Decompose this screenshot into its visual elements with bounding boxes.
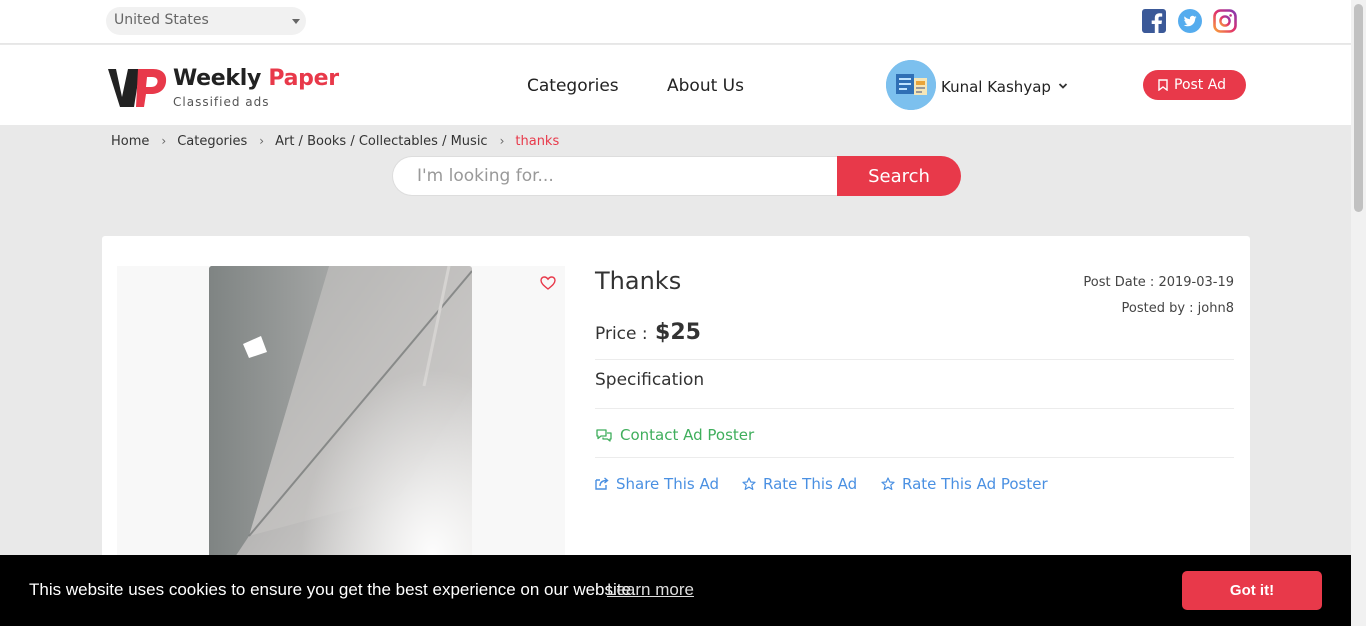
- chevron-right-icon: ›: [161, 134, 167, 148]
- search-button[interactable]: Search: [837, 156, 961, 196]
- ad-price: Price : $25: [595, 320, 701, 345]
- twitter-icon[interactable]: [1178, 9, 1202, 33]
- breadcrumb-categories[interactable]: Categories: [177, 134, 247, 149]
- post-ad-label: Post Ad: [1174, 77, 1226, 93]
- breadcrumb-category[interactable]: Art / Books / Collectables / Music: [275, 134, 487, 149]
- comments-icon: [596, 429, 612, 442]
- nav-categories[interactable]: Categories: [527, 76, 619, 96]
- divider: [595, 359, 1234, 360]
- avatar[interactable]: [886, 60, 936, 110]
- price-label: Price :: [595, 324, 648, 344]
- cookie-learn-more-link[interactable]: Learn more: [607, 580, 694, 600]
- rate-ad-poster-label: Rate This Ad Poster: [902, 475, 1048, 493]
- post-ad-button[interactable]: Post Ad: [1143, 70, 1246, 100]
- star-icon: [881, 477, 895, 490]
- user-menu-name[interactable]: Kunal Kashyap: [941, 78, 1051, 96]
- logo-title-accent: Paper: [268, 66, 339, 91]
- user-avatar-image: [886, 60, 936, 110]
- country-select-value: United States: [114, 12, 209, 28]
- top-bar: United States: [0, 0, 1351, 44]
- cookie-banner: This website uses cookies to ensure you …: [0, 555, 1351, 626]
- divider: [595, 457, 1234, 458]
- heart-icon[interactable]: [540, 276, 556, 290]
- breadcrumb: Home › Categories › Art / Books / Collectabl…: [111, 134, 559, 149]
- caret-down-icon: [292, 19, 300, 24]
- share-icon: [595, 477, 609, 490]
- posted-by: Posted by : john8: [1121, 301, 1235, 316]
- chevron-down-icon[interactable]: [1058, 81, 1068, 91]
- logo-title[interactable]: Weekly Paper: [173, 66, 339, 91]
- ad-title: Thanks: [595, 267, 682, 295]
- chevron-right-icon: ›: [499, 134, 505, 148]
- price-value: $25: [655, 320, 701, 345]
- rate-ad-label: Rate This Ad: [763, 475, 858, 493]
- chevron-right-icon: ›: [259, 134, 265, 148]
- breadcrumb-current: thanks: [515, 134, 560, 149]
- weekly-paper-logo-icon[interactable]: [108, 67, 168, 109]
- page-scrollbar[interactable]: [1351, 0, 1366, 626]
- share-ad-label: Share This Ad: [616, 475, 719, 493]
- star-icon: [742, 477, 756, 490]
- logo-subtitle: Classified ads: [173, 95, 270, 109]
- bookmark-icon: [1158, 79, 1168, 91]
- logo-title-main: Weekly: [173, 66, 269, 91]
- divider: [595, 408, 1234, 409]
- country-select[interactable]: United States: [106, 7, 306, 35]
- cookie-message: This website uses cookies to ensure you …: [29, 580, 636, 599]
- search-input[interactable]: [392, 156, 842, 196]
- breadcrumb-home[interactable]: Home: [111, 134, 149, 149]
- nav-about-us[interactable]: About Us: [667, 76, 744, 96]
- post-date: Post Date : 2019-03-19: [1083, 275, 1234, 290]
- contact-ad-poster-label: Contact Ad Poster: [620, 426, 755, 444]
- instagram-icon[interactable]: [1213, 9, 1237, 33]
- cookie-accept-button[interactable]: Got it!: [1182, 571, 1322, 610]
- specification-heading: Specification: [595, 370, 705, 390]
- site-header: Weekly Paper Classified ads Categories A…: [0, 45, 1351, 125]
- scrollbar-thumb[interactable]: [1354, 4, 1363, 212]
- facebook-icon[interactable]: [1142, 9, 1166, 33]
